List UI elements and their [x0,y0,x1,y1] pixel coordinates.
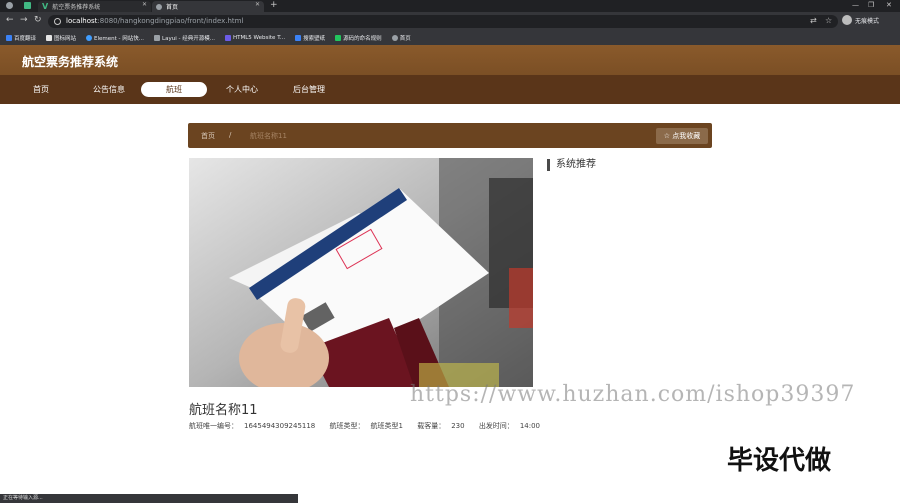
site-header: 航空票务推荐系统 [0,45,900,75]
capacity-field: 载客量： 230 [417,422,470,430]
browser-tab-1[interactable]: V 航空票务推荐系统 ✕ [38,1,151,12]
field-label: 载客量： [417,422,446,430]
nav-admin[interactable]: 后台管理 [288,82,330,97]
bookmark-item[interactable]: HTML5 Website T... [224,35,286,41]
departure-time-field: 出发时间： 14:00 [479,422,546,430]
bookmarks-bar: 百度翻译 图标网站 Element - 网站快... Layui - 经典开源模… [0,31,900,45]
restore-icon[interactable]: ❐ [868,1,874,9]
breadcrumb-home[interactable]: 首页 [201,131,215,141]
browser-toolbar: ← → ↻ localhost:8080/hangkongdingpiao/fr… [0,12,900,31]
address-bar[interactable]: localhost:8080/hangkongdingpiao/front/in… [48,15,838,28]
bookmark-icon [295,35,302,41]
url-host: localhost [66,17,98,25]
field-value: 14:00 [519,422,540,430]
bookmark-icon [335,35,342,41]
bookmark-item[interactable]: 图标网站 [46,34,76,42]
star-icon[interactable]: ☆ [825,16,832,25]
info-icon[interactable] [54,18,61,25]
flight-type-field: 航班类型： 航班类型1 [330,422,409,430]
field-value: 1645494309245118 [244,422,316,430]
nav-home[interactable]: 首页 [22,82,60,97]
bookmark-icon [154,35,161,41]
bookmark-label: 首页 [399,36,411,42]
bookmark-label: Layui - 经典开源模... [162,36,215,42]
profile-label: 无痕模式 [855,17,880,25]
nav-profile[interactable]: 个人中心 [222,82,262,97]
bookmark-icon [224,35,231,41]
app-icon[interactable] [24,2,31,9]
bookmark-icon [6,35,12,41]
field-label: 航班类型： [329,422,365,430]
bookmark-item[interactable]: 源码的命名规则 [335,34,382,42]
bookmark-item[interactable]: Layui - 经典开源模... [154,34,215,42]
profile-button[interactable]: 无痕模式 [842,15,879,25]
nav-flights[interactable]: 航班 [141,82,207,97]
minimize-icon[interactable]: — [852,1,859,9]
tab-label: 首页 [166,4,179,11]
flight-name: 航班名称11 [189,403,258,418]
back-icon[interactable]: ← [6,15,14,25]
forward-icon[interactable]: → [20,15,28,25]
bookmark-label: HTML5 Website T... [232,35,286,41]
close-icon[interactable]: ✕ [142,1,147,8]
breadcrumb: 首页 / 航班名称11 [188,123,712,148]
field-label: 出发时间： [478,422,514,430]
breadcrumb-current: 航班名称11 [250,132,287,140]
globe-icon [156,3,162,10]
browser-status-bar: 正在等待输入源... [0,494,298,503]
browser-tab-strip: V 航空票务推荐系统 ✕ 首页 ✕ + — ❐ ✕ [0,0,900,12]
close-icon[interactable]: ✕ [255,1,260,8]
tab-label: 航空票务推荐系统 [52,4,101,11]
recommend-heading: 系统推荐 [547,159,596,171]
bookmark-label: 图标网站 [54,36,77,42]
breadcrumb-separator: / [229,131,232,139]
bookmark-item[interactable]: Element - 网站快... [86,34,144,42]
watermark-url: https://www.huzhan.com/ishop39397 [410,382,856,407]
app-icon[interactable] [6,2,13,9]
browser-tab-2[interactable]: 首页 ✕ [152,1,264,12]
vue-icon: V [42,2,49,11]
watermark-text: 毕设代做 [727,446,832,476]
field-label: 航班唯一编号： [189,422,238,430]
site-title: 航空票务推荐系统 [22,55,119,69]
flight-details: 航班唯一编号： 1645494309245118 航班类型： 航班类型1 载客量： 2… [189,421,552,431]
flight-image [189,158,533,387]
bookmark-icon [86,35,93,41]
bookmark-icon [46,35,53,41]
bookmark-item[interactable]: 百度翻译 [6,34,36,42]
translate-icon[interactable]: ⇄ [810,16,817,25]
main-nav: 首页 公告信息 航班 个人中心 后台管理 [0,75,900,104]
flight-id-field: 航班唯一编号： 1645494309245118 [189,422,321,430]
bookmark-item[interactable]: 搜索壁纸 [295,34,325,42]
globe-icon [391,35,398,41]
bookmark-label: 百度翻译 [14,36,37,42]
boarding-pass-illustration [189,158,533,387]
url-path: :8080/hangkongdingpiao/front/index.html [97,17,244,25]
field-value: 230 [451,422,465,430]
bookmark-label: 源码的命名规则 [343,36,382,42]
reload-icon[interactable]: ↻ [34,15,42,25]
nav-announcements[interactable]: 公告信息 [88,82,130,97]
new-tab-button[interactable]: + [270,0,278,10]
bookmark-label: 搜索壁纸 [303,36,326,42]
avatar [842,15,852,25]
bookmark-label: Element - 网站快... [94,36,145,42]
favorite-button[interactable]: ☆ 点我收藏 [656,128,708,144]
bookmark-item[interactable]: 首页 [391,34,411,42]
close-window-icon[interactable]: ✕ [886,1,892,9]
field-value: 航班类型1 [370,422,403,430]
